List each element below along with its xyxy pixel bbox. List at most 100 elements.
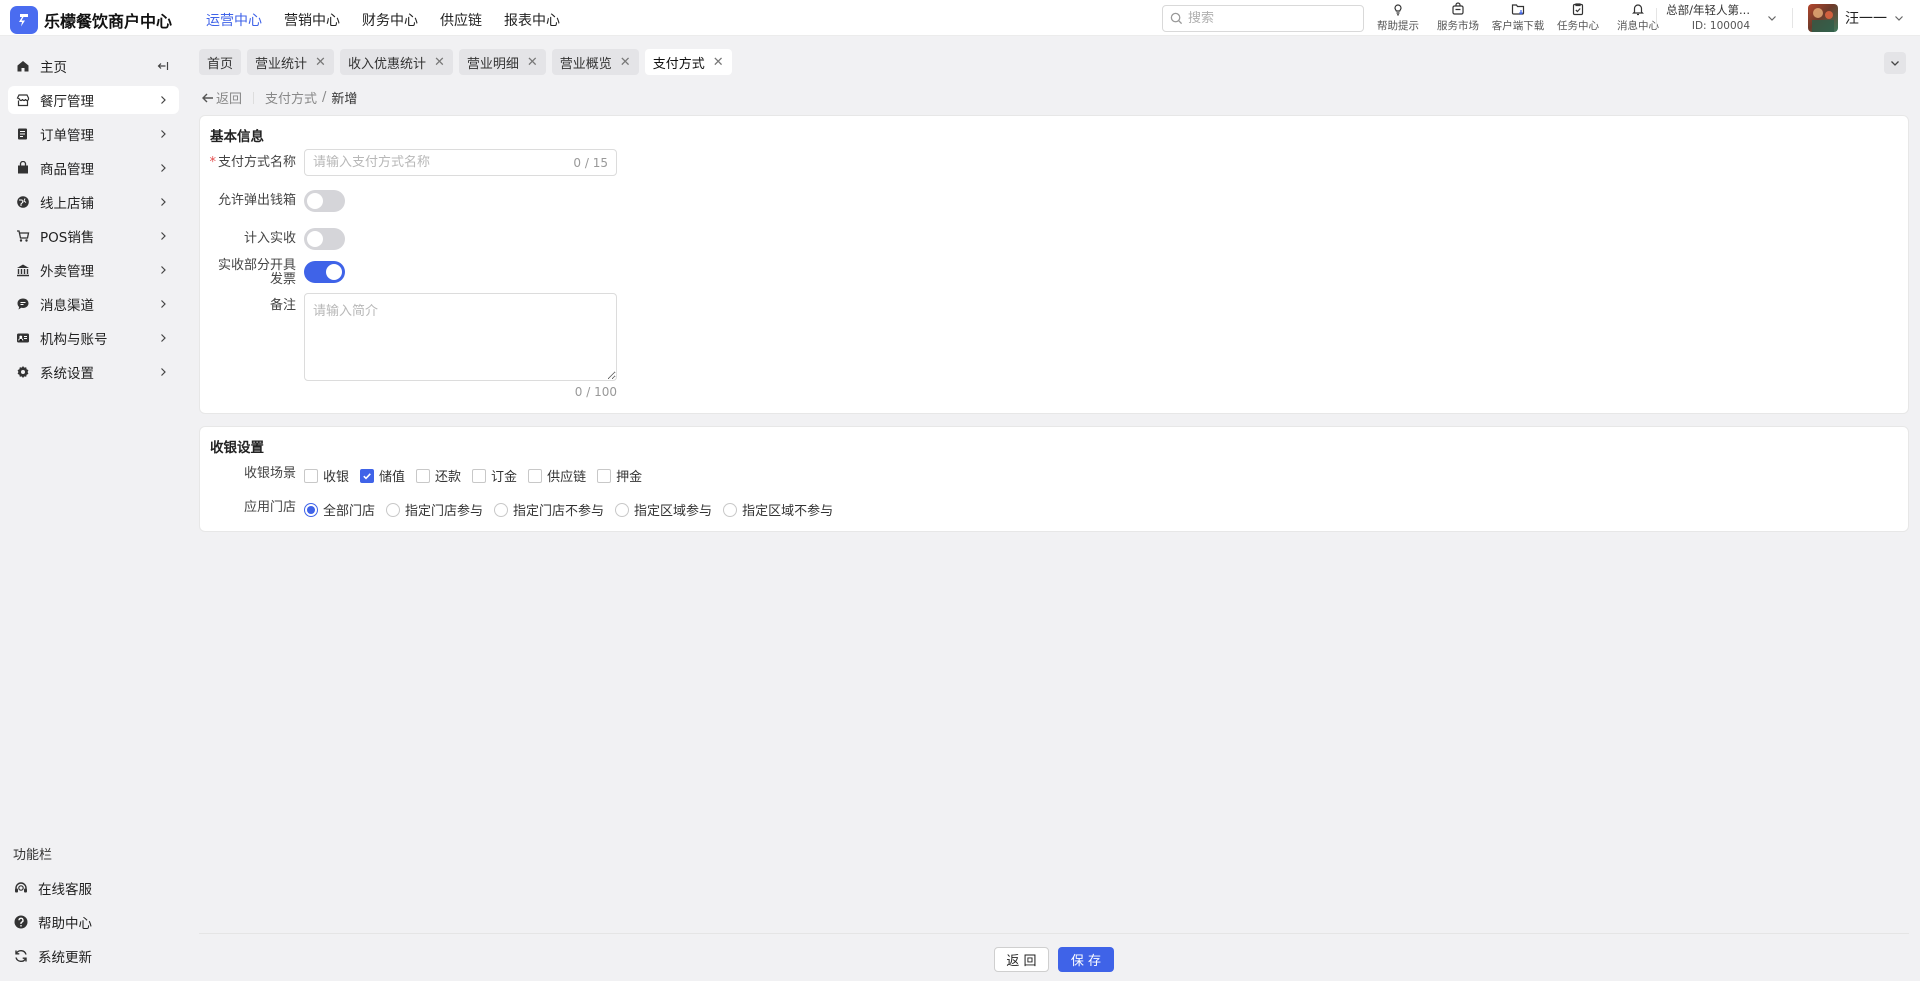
option-label: 收银 xyxy=(323,470,350,485)
tab-business-details[interactable]: 营业明细 ✕ xyxy=(458,49,546,75)
tool-service-market[interactable]: 服务市场 xyxy=(1428,1,1488,33)
close-icon[interactable]: ✕ xyxy=(434,55,445,70)
id-card-icon xyxy=(17,333,29,343)
tool-task-center-label: 任务中心 xyxy=(1557,20,1599,32)
invoice-toggle[interactable] xyxy=(304,261,345,283)
radio[interactable] xyxy=(304,502,318,517)
checkbox[interactable] xyxy=(360,468,375,483)
sidebar-item-home[interactable]: 主页 xyxy=(8,52,179,80)
radio[interactable] xyxy=(615,502,630,517)
back-button[interactable]: 返 回 xyxy=(994,947,1049,972)
sidebar-item-pos-sales[interactable]: POS销售 xyxy=(8,222,179,250)
store-option-exclude-stores[interactable]: 指定门店不参与 xyxy=(494,500,604,519)
close-icon[interactable]: ✕ xyxy=(315,55,326,70)
sidebar-item-org-accounts[interactable]: 机构与账号 xyxy=(8,324,179,352)
order-icon xyxy=(18,128,27,140)
tab-home[interactable]: 首页 xyxy=(199,49,242,75)
breadcrumb-separator: / xyxy=(322,90,327,105)
tab-payment-methods[interactable]: 支付方式 ✕ xyxy=(644,49,732,75)
sidebar-item-orders[interactable]: 订单管理 xyxy=(8,120,179,148)
org-switcher[interactable]: 总部/年轻人第... ID: 100004 xyxy=(1660,2,1750,34)
sidebar-item-message-channel[interactable]: 消息渠道 xyxy=(8,290,179,318)
sidebar-item-settings[interactable]: 系统设置 xyxy=(8,358,179,386)
checkbox[interactable] xyxy=(416,468,431,483)
brand[interactable]: 乐檬餐饮商户中心 xyxy=(10,6,172,34)
scene-option-stored-value[interactable]: 储值 xyxy=(360,466,405,485)
checkbox[interactable] xyxy=(597,468,612,483)
cart-icon xyxy=(17,230,30,242)
remark-textarea[interactable] xyxy=(304,293,617,381)
tab-business-stats[interactable]: 营业统计 ✕ xyxy=(247,49,334,75)
help-icon xyxy=(14,915,28,929)
search-input[interactable] xyxy=(1188,11,1348,26)
collapse-sidebar-icon[interactable] xyxy=(157,60,169,72)
close-icon[interactable]: ✕ xyxy=(620,55,631,70)
top-bar: 乐檬餐饮商户中心 运营中心 营销中心 财务中心 供应链 报表中心 帮助提示 服务… xyxy=(0,0,1920,36)
top-nav-operations[interactable]: 运营中心 xyxy=(206,10,262,30)
tabs-more-button[interactable] xyxy=(1884,52,1906,74)
top-nav-supply-chain[interactable]: 供应链 xyxy=(440,10,482,30)
function-label: 系统更新 xyxy=(38,950,92,966)
chevron-down-icon[interactable] xyxy=(1766,12,1778,24)
apply-store-group: 全部门店 指定门店参与 指定门店不参与 指定区域参与 指定区域不参与 xyxy=(304,500,844,519)
scene-option-repayment[interactable]: 还款 xyxy=(416,466,461,485)
page-tabs: 首页 营业统计 ✕ 收入优惠统计 ✕ 营业明细 ✕ 营业概览 ✕ 支付方式 ✕ xyxy=(199,49,738,75)
scene-option-supply-chain[interactable]: 供应链 xyxy=(528,466,586,485)
checkbox[interactable] xyxy=(528,468,543,483)
chevron-right-icon xyxy=(161,368,166,376)
tab-income-discount-stats[interactable]: 收入优惠统计 ✕ xyxy=(339,49,453,75)
scene-option-deposit-order[interactable]: 订金 xyxy=(472,466,517,485)
home-icon xyxy=(17,61,29,72)
function-label: 在线客服 xyxy=(38,882,92,898)
tool-task-center[interactable]: 任务中心 xyxy=(1548,1,1608,33)
store-option-include-stores[interactable]: 指定门店参与 xyxy=(386,500,483,519)
store-option-exclude-regions[interactable]: 指定区域不参与 xyxy=(723,500,833,519)
tab-business-overview[interactable]: 营业概览 ✕ xyxy=(551,49,639,75)
payment-name-field[interactable]: 0 / 15 xyxy=(304,149,617,176)
checkbox[interactable] xyxy=(472,468,487,483)
sidebar-item-online-store[interactable]: 线上店铺 xyxy=(8,188,179,216)
payment-name-input[interactable] xyxy=(313,155,574,170)
function-system-update[interactable]: 系统更新 xyxy=(13,946,92,966)
count-income-toggle[interactable] xyxy=(304,228,345,250)
clipboard-icon xyxy=(1572,3,1584,16)
back-link[interactable]: 返回 xyxy=(201,88,242,107)
function-help-center[interactable]: 帮助中心 xyxy=(13,912,92,932)
toggle-knob xyxy=(307,231,323,247)
radio[interactable] xyxy=(723,502,738,517)
store-option-all[interactable]: 全部门店 xyxy=(304,500,375,519)
count-income-label: 计入实收 xyxy=(243,231,296,246)
checkbox[interactable] xyxy=(304,468,318,483)
tab-label: 支付方式 xyxy=(652,56,705,72)
scene-option-guarantee[interactable]: 押金 xyxy=(597,466,642,485)
arrow-left-icon xyxy=(202,93,213,102)
tool-client-download[interactable]: 客户端下载 xyxy=(1488,1,1548,33)
tool-help-tips[interactable]: 帮助提示 xyxy=(1368,1,1428,33)
bank-icon xyxy=(17,264,29,277)
top-nav-marketing[interactable]: 营销中心 xyxy=(284,10,340,30)
sidebar-menu: 主页 餐厅管理 订单管理 商品管理 线上店铺 POS销售 外卖管理 消息渠道 机… xyxy=(0,36,187,386)
user-menu[interactable]: 汪一一 xyxy=(1808,4,1905,32)
sidebar: 主页 餐厅管理 订单管理 商品管理 线上店铺 POS销售 外卖管理 消息渠道 机… xyxy=(0,36,187,981)
tool-message-center[interactable]: 消息中心 xyxy=(1608,1,1668,33)
sidebar-item-restaurant[interactable]: 餐厅管理 xyxy=(8,86,179,114)
save-button[interactable]: 保 存 xyxy=(1058,947,1114,972)
store-option-include-regions[interactable]: 指定区域参与 xyxy=(615,500,712,519)
tab-label: 营业概览 xyxy=(559,56,612,72)
option-label: 订金 xyxy=(491,470,518,485)
checkmark-icon xyxy=(363,472,371,480)
sidebar-item-delivery[interactable]: 外卖管理 xyxy=(8,256,179,284)
tab-label: 营业统计 xyxy=(255,56,308,72)
breadcrumb-parent[interactable]: 支付方式 xyxy=(265,88,317,107)
cash-drawer-toggle[interactable] xyxy=(304,190,345,212)
function-online-service[interactable]: 在线客服 xyxy=(13,878,92,898)
sidebar-item-goods[interactable]: 商品管理 xyxy=(8,154,179,182)
radio[interactable] xyxy=(386,502,401,517)
close-icon[interactable]: ✕ xyxy=(713,55,724,70)
scene-option-cashier[interactable]: 收银 xyxy=(304,466,349,485)
search-box[interactable] xyxy=(1162,5,1364,32)
top-nav-finance[interactable]: 财务中心 xyxy=(362,10,418,30)
top-nav-reports[interactable]: 报表中心 xyxy=(504,10,560,30)
close-icon[interactable]: ✕ xyxy=(527,55,538,70)
radio[interactable] xyxy=(494,502,509,517)
